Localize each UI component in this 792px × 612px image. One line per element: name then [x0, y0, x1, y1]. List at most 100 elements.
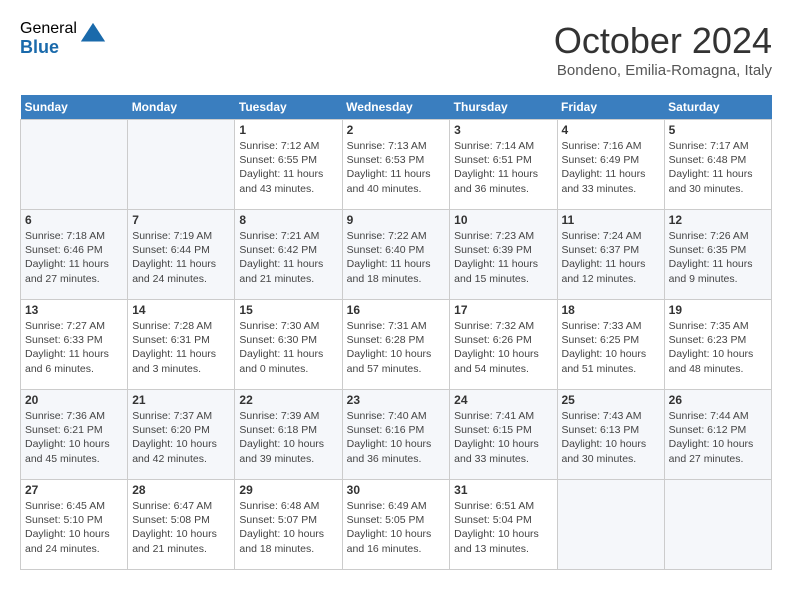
- day-info: Sunrise: 7:33 AM Sunset: 6:25 PM Dayligh…: [562, 319, 660, 376]
- calendar-cell: 17 Sunrise: 7:32 AM Sunset: 6:26 PM Dayli…: [450, 300, 557, 390]
- calendar-cell: 22 Sunrise: 7:39 AM Sunset: 6:18 PM Dayli…: [235, 390, 342, 480]
- day-number: 6: [25, 213, 123, 227]
- logo-icon: [79, 21, 107, 49]
- day-info: Sunrise: 7:14 AM Sunset: 6:51 PM Dayligh…: [454, 139, 552, 196]
- day-info: Sunrise: 7:12 AM Sunset: 6:55 PM Dayligh…: [239, 139, 337, 196]
- day-info: Sunrise: 7:16 AM Sunset: 6:49 PM Dayligh…: [562, 139, 660, 196]
- day-number: 15: [239, 303, 337, 317]
- day-info: Sunrise: 7:30 AM Sunset: 6:30 PM Dayligh…: [239, 319, 337, 376]
- day-number: 24: [454, 393, 552, 407]
- day-info: Sunrise: 6:51 AM Sunset: 5:04 PM Dayligh…: [454, 499, 552, 556]
- day-info: Sunrise: 7:43 AM Sunset: 6:13 PM Dayligh…: [562, 409, 660, 466]
- calendar-week-row: 27Sunrise: 6:45 AM Sunset: 5:10 PM Dayli…: [21, 480, 772, 570]
- day-number: 1: [239, 123, 337, 137]
- calendar-cell: 21 Sunrise: 7:37 AM Sunset: 6:20 PM Dayli…: [128, 390, 235, 480]
- weekday-header-sunday: Sunday: [21, 95, 128, 120]
- calendar-table: SundayMondayTuesdayWednesdayThursdayFrid…: [20, 95, 772, 570]
- calendar-cell: 12 Sunrise: 7:26 AM Sunset: 6:35 PM Dayli…: [664, 210, 771, 300]
- calendar-cell: 30 Sunrise: 6:49 AM Sunset: 5:05 PM Dayli…: [342, 480, 450, 570]
- calendar-cell: 11 Sunrise: 7:24 AM Sunset: 6:37 PM Dayli…: [557, 210, 664, 300]
- day-number: 19: [669, 303, 767, 317]
- day-info: Sunrise: 7:31 AM Sunset: 6:28 PM Dayligh…: [347, 319, 446, 376]
- page-header: General Blue October 2024 Bondeno, Emili…: [20, 20, 772, 79]
- calendar-cell: 4 Sunrise: 7:16 AM Sunset: 6:49 PM Daylig…: [557, 120, 664, 210]
- calendar-cell: 7 Sunrise: 7:19 AM Sunset: 6:44 PM Daylig…: [128, 210, 235, 300]
- calendar-cell: 15 Sunrise: 7:30 AM Sunset: 6:30 PM Dayli…: [235, 300, 342, 390]
- calendar-cell: 31Sunrise: 6:51 AM Sunset: 5:04 PM Dayli…: [450, 480, 557, 570]
- day-info: Sunrise: 7:44 AM Sunset: 6:12 PM Dayligh…: [669, 409, 767, 466]
- day-info: Sunrise: 7:39 AM Sunset: 6:18 PM Dayligh…: [239, 409, 337, 466]
- day-number: 18: [562, 303, 660, 317]
- day-info: Sunrise: 7:37 AM Sunset: 6:20 PM Dayligh…: [132, 409, 230, 466]
- day-number: 2: [347, 123, 446, 137]
- day-number: 26: [669, 393, 767, 407]
- calendar-cell: 5Sunrise: 7:17 AM Sunset: 6:48 PM Daylig…: [664, 120, 771, 210]
- calendar-cell: 23Sunrise: 7:40 AM Sunset: 6:16 PM Dayli…: [342, 390, 450, 480]
- calendar-cell: 16 Sunrise: 7:31 AM Sunset: 6:28 PM Dayli…: [342, 300, 450, 390]
- calendar-header-row: SundayMondayTuesdayWednesdayThursdayFrid…: [21, 95, 772, 120]
- calendar-cell: 2 Sunrise: 7:13 AM Sunset: 6:53 PM Daylig…: [342, 120, 450, 210]
- day-number: 13: [25, 303, 123, 317]
- day-number: 25: [562, 393, 660, 407]
- day-info: Sunrise: 7:22 AM Sunset: 6:40 PM Dayligh…: [347, 229, 446, 286]
- day-info: Sunrise: 6:47 AM Sunset: 5:08 PM Dayligh…: [132, 499, 230, 556]
- day-info: Sunrise: 7:23 AM Sunset: 6:39 PM Dayligh…: [454, 229, 552, 286]
- calendar-cell: 6 Sunrise: 7:18 AM Sunset: 6:46 PM Daylig…: [21, 210, 128, 300]
- day-number: 14: [132, 303, 230, 317]
- day-info: Sunrise: 6:48 AM Sunset: 5:07 PM Dayligh…: [239, 499, 337, 556]
- day-number: 5: [669, 123, 767, 137]
- day-number: 4: [562, 123, 660, 137]
- day-number: 12: [669, 213, 767, 227]
- weekday-header-friday: Friday: [557, 95, 664, 120]
- calendar-cell: 18 Sunrise: 7:33 AM Sunset: 6:25 PM Dayli…: [557, 300, 664, 390]
- day-number: 16: [347, 303, 446, 317]
- day-number: 7: [132, 213, 230, 227]
- month-title: October 2024: [554, 20, 772, 62]
- day-info: Sunrise: 7:40 AM Sunset: 6:16 PM Dayligh…: [347, 409, 446, 466]
- calendar-cell: 10 Sunrise: 7:23 AM Sunset: 6:39 PM Dayli…: [450, 210, 557, 300]
- calendar-cell: 20Sunrise: 7:36 AM Sunset: 6:21 PM Dayli…: [21, 390, 128, 480]
- calendar-cell: 28Sunrise: 6:47 AM Sunset: 5:08 PM Dayli…: [128, 480, 235, 570]
- weekday-header-thursday: Thursday: [450, 95, 557, 120]
- calendar-cell: [664, 480, 771, 570]
- day-number: 27: [25, 483, 123, 497]
- calendar-cell: 14 Sunrise: 7:28 AM Sunset: 6:31 PM Dayli…: [128, 300, 235, 390]
- day-number: 29: [239, 483, 337, 497]
- day-info: Sunrise: 7:27 AM Sunset: 6:33 PM Dayligh…: [25, 319, 123, 376]
- calendar-cell: 24Sunrise: 7:41 AM Sunset: 6:15 PM Dayli…: [450, 390, 557, 480]
- calendar-week-row: 13 Sunrise: 7:27 AM Sunset: 6:33 PM Dayli…: [21, 300, 772, 390]
- day-info: Sunrise: 6:49 AM Sunset: 5:05 PM Dayligh…: [347, 499, 446, 556]
- calendar-cell: [21, 120, 128, 210]
- day-number: 30: [347, 483, 446, 497]
- logo: General Blue: [20, 20, 107, 57]
- calendar-cell: 9Sunrise: 7:22 AM Sunset: 6:40 PM Daylig…: [342, 210, 450, 300]
- calendar-cell: 27Sunrise: 6:45 AM Sunset: 5:10 PM Dayli…: [21, 480, 128, 570]
- day-number: 20: [25, 393, 123, 407]
- day-number: 11: [562, 213, 660, 227]
- calendar-cell: 29 Sunrise: 6:48 AM Sunset: 5:07 PM Dayli…: [235, 480, 342, 570]
- title-area: October 2024 Bondeno, Emilia-Romagna, It…: [554, 20, 772, 79]
- day-number: 21: [132, 393, 230, 407]
- day-number: 10: [454, 213, 552, 227]
- calendar-cell: [557, 480, 664, 570]
- calendar-cell: 25 Sunrise: 7:43 AM Sunset: 6:13 PM Dayli…: [557, 390, 664, 480]
- weekday-header-wednesday: Wednesday: [342, 95, 450, 120]
- weekday-header-saturday: Saturday: [664, 95, 771, 120]
- day-info: Sunrise: 7:32 AM Sunset: 6:26 PM Dayligh…: [454, 319, 552, 376]
- calendar-week-row: 6 Sunrise: 7:18 AM Sunset: 6:46 PM Daylig…: [21, 210, 772, 300]
- day-info: Sunrise: 7:28 AM Sunset: 6:31 PM Dayligh…: [132, 319, 230, 376]
- weekday-header-monday: Monday: [128, 95, 235, 120]
- day-info: Sunrise: 7:35 AM Sunset: 6:23 PM Dayligh…: [669, 319, 767, 376]
- day-info: Sunrise: 7:26 AM Sunset: 6:35 PM Dayligh…: [669, 229, 767, 286]
- calendar-cell: 8Sunrise: 7:21 AM Sunset: 6:42 PM Daylig…: [235, 210, 342, 300]
- day-number: 22: [239, 393, 337, 407]
- day-info: Sunrise: 7:18 AM Sunset: 6:46 PM Dayligh…: [25, 229, 123, 286]
- day-info: Sunrise: 7:19 AM Sunset: 6:44 PM Dayligh…: [132, 229, 230, 286]
- day-info: Sunrise: 7:21 AM Sunset: 6:42 PM Dayligh…: [239, 229, 337, 286]
- calendar-cell: 19 Sunrise: 7:35 AM Sunset: 6:23 PM Dayli…: [664, 300, 771, 390]
- calendar-week-row: 20Sunrise: 7:36 AM Sunset: 6:21 PM Dayli…: [21, 390, 772, 480]
- calendar-cell: 1 Sunrise: 7:12 AM Sunset: 6:55 PM Daylig…: [235, 120, 342, 210]
- day-info: Sunrise: 7:13 AM Sunset: 6:53 PM Dayligh…: [347, 139, 446, 196]
- day-info: Sunrise: 7:24 AM Sunset: 6:37 PM Dayligh…: [562, 229, 660, 286]
- day-number: 17: [454, 303, 552, 317]
